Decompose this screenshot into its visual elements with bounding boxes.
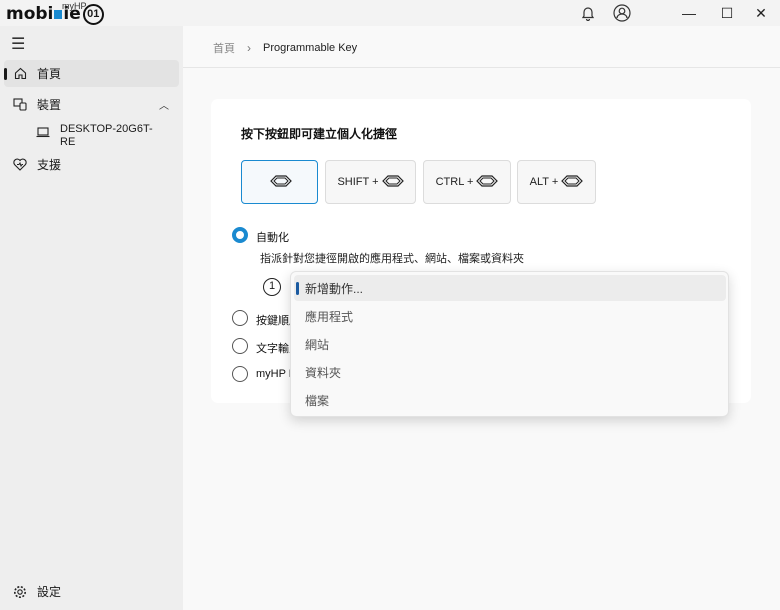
close-button[interactable]: ✕ <box>742 0 780 26</box>
sidebar-item-label: 支援 <box>37 158 62 172</box>
sidebar-item-home[interactable]: 首頁 <box>4 60 179 87</box>
sidebar-item-devices[interactable]: 裝置 ︿ <box>4 91 179 118</box>
bell-icon[interactable] <box>578 4 598 22</box>
breadcrumb-home[interactable]: 首頁 <box>213 40 235 56</box>
action-dropdown: 新增動作... 應用程式 網站 資料夾 檔案 <box>290 271 729 417</box>
key-label: SHIFT + <box>337 176 379 188</box>
key-button-shift[interactable]: SHIFT + <box>325 160 416 204</box>
option-label: 新增動作... <box>305 281 364 296</box>
card-title: 按下按鈕即可建立個人化捷徑 <box>241 127 398 141</box>
sidebar-item-label: 首頁 <box>37 67 62 81</box>
radio-label-key-sequence: 按鍵順序 <box>256 315 292 327</box>
programmable-key-icon <box>561 174 584 191</box>
home-icon <box>13 67 27 81</box>
chevron-right-icon: › <box>247 41 251 55</box>
option-label: 應用程式 <box>305 309 354 324</box>
radio-key-sequence[interactable] <box>232 310 248 326</box>
sidebar-item-label: 設定 <box>37 585 62 599</box>
key-label: ALT + <box>529 176 559 188</box>
app-logo: mobi ie 01 <box>6 3 104 25</box>
devices-icon <box>13 98 27 112</box>
radio-automation[interactable] <box>232 227 248 243</box>
radio-label-myhp: myHP Pr <box>256 368 292 380</box>
sidebar-item-support[interactable]: 支援 <box>4 151 179 178</box>
sidebar-item-settings[interactable]: 設定 <box>4 578 179 605</box>
dropdown-option-add-action[interactable]: 新增動作... <box>294 275 726 301</box>
key-button-alt[interactable]: ALT + <box>517 160 596 204</box>
radio-myhp[interactable] <box>232 366 248 382</box>
sidebar-item-label: 裝置 <box>37 98 62 112</box>
key-label: CTRL + <box>435 176 474 188</box>
logo-text-left: mobi <box>6 4 54 24</box>
laptop-icon <box>36 127 50 141</box>
user-icon[interactable] <box>612 4 632 22</box>
programmable-key-icon <box>381 174 404 191</box>
automation-hint: 指派針對您捷徑開啟的應用程式、網站、檔案或資料夾 <box>260 253 524 265</box>
header-divider <box>183 67 780 68</box>
option-label: 檔案 <box>305 393 330 408</box>
selected-indicator <box>296 282 299 295</box>
breadcrumb-current: Programmable Key <box>263 42 358 54</box>
programmable-key-icon <box>476 174 499 191</box>
dropdown-option-file[interactable]: 檔案 <box>294 387 726 413</box>
option-label: 網站 <box>305 337 330 352</box>
support-icon <box>13 158 27 172</box>
device-name: DESKTOP-20G6T-RE <box>60 123 153 148</box>
chevron-up-icon[interactable]: ︿ <box>159 97 169 112</box>
app-name: myHP <box>62 1 87 11</box>
menu-icon[interactable]: ☰ <box>11 34 25 54</box>
radio-label-text-input: 文字輸入 <box>256 343 292 355</box>
gear-icon <box>13 585 27 599</box>
title-bar: mobi ie 01 myHP — ☐ ✕ <box>0 0 780 26</box>
dropdown-option-website[interactable]: 網站 <box>294 331 726 357</box>
radio-text-input[interactable] <box>232 338 248 354</box>
dropdown-option-application[interactable]: 應用程式 <box>294 303 726 329</box>
option-label: 資料夾 <box>305 365 342 380</box>
breadcrumb: 首頁 › Programmable Key <box>213 40 357 56</box>
step-number: 1 <box>263 278 281 296</box>
key-button-plain[interactable] <box>241 160 318 204</box>
radio-label-automation: 自動化 <box>256 232 289 244</box>
dropdown-option-folder[interactable]: 資料夾 <box>294 359 726 385</box>
programmable-key-icon <box>270 174 292 191</box>
sidebar: ☰ 首頁 裝置 ︿ DESKTOP-20G6T-RE 支援 設定 <box>0 26 183 610</box>
key-button-ctrl[interactable]: CTRL + <box>423 160 511 204</box>
active-indicator <box>4 68 7 80</box>
